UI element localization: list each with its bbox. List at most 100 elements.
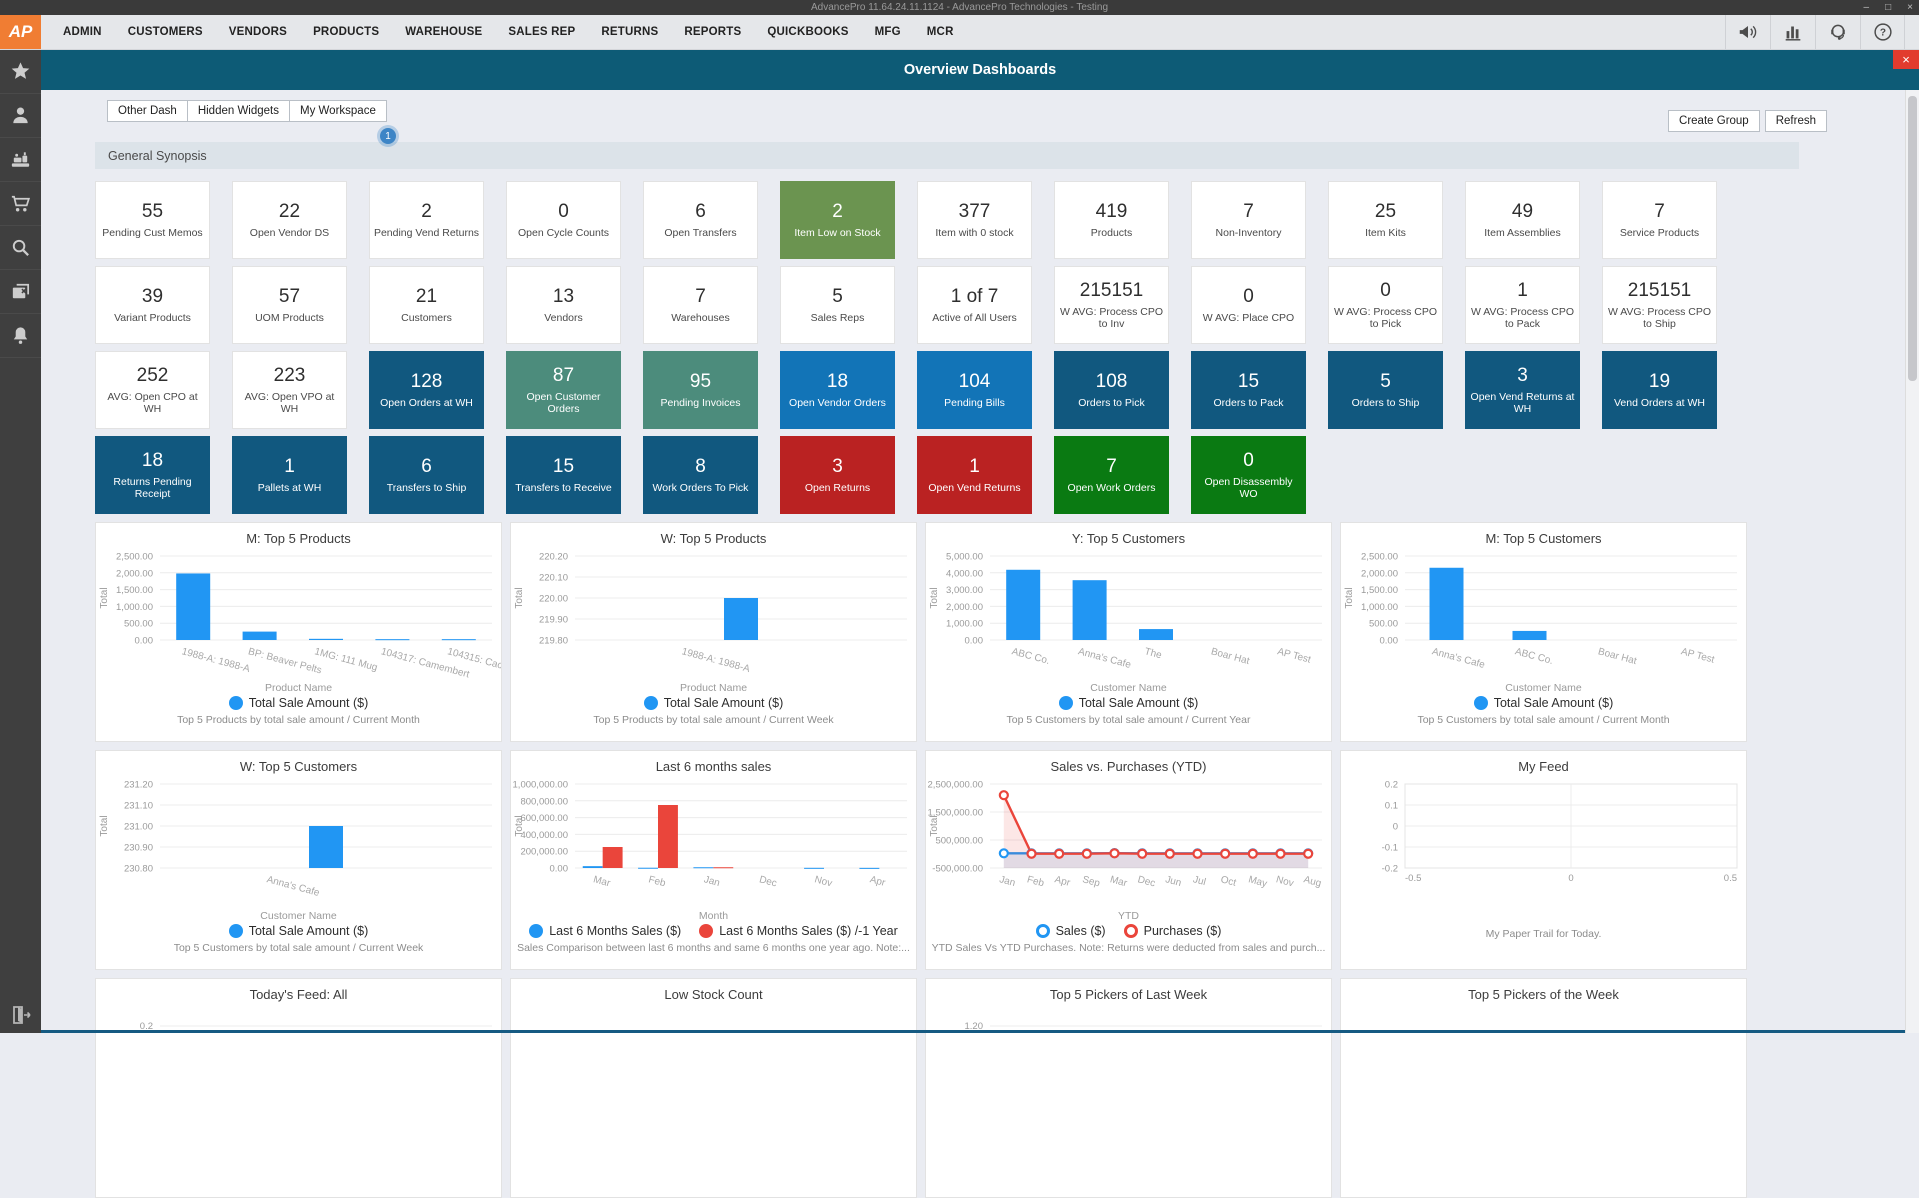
kpi-tile[interactable]: 1 Open Vend Returns bbox=[917, 436, 1032, 514]
refresh-button[interactable]: Refresh bbox=[1765, 110, 1827, 132]
kpi-tile[interactable]: 108 Orders to Pick bbox=[1054, 351, 1169, 429]
sidebar-favorites[interactable] bbox=[0, 50, 41, 94]
kpi-value: 3 bbox=[832, 456, 843, 478]
dashboard-tab[interactable]: Other Dash bbox=[107, 100, 188, 122]
kpi-tile[interactable]: 39 Variant Products bbox=[95, 266, 210, 344]
kpi-tile[interactable]: 377 Item with 0 stock bbox=[917, 181, 1032, 259]
kpi-label: Item with 0 stock bbox=[932, 227, 1016, 239]
minimize-button[interactable]: – bbox=[1864, 2, 1870, 13]
kpi-tile[interactable]: 13 Vendors bbox=[506, 266, 621, 344]
kpi-tile[interactable]: 104 Pending Bills bbox=[917, 351, 1032, 429]
kpi-tile[interactable]: 22 Open Vendor DS bbox=[232, 181, 347, 259]
kpi-tile[interactable]: 1 W AVG: Process CPO to Pack bbox=[1465, 266, 1580, 344]
kpi-tile[interactable]: 0 Open Disassembly WO bbox=[1191, 436, 1306, 514]
kpi-tile[interactable]: 0 W AVG: Place CPO bbox=[1191, 266, 1306, 344]
legend-item: Sales ($) bbox=[1036, 924, 1106, 938]
menu-item[interactable]: VENDORS bbox=[216, 15, 300, 49]
kpi-tile[interactable]: 2 Item Low on Stock bbox=[780, 181, 895, 259]
kpi-tile[interactable]: 252 AVG: Open CPO at WH bbox=[95, 351, 210, 429]
dashboard-tab[interactable]: My Workspace bbox=[289, 100, 387, 122]
close-window-button[interactable]: × bbox=[1907, 2, 1913, 13]
sidebar-orders[interactable] bbox=[0, 182, 41, 226]
support-button[interactable] bbox=[1815, 15, 1860, 49]
kpi-tile[interactable]: 15 Orders to Pack bbox=[1191, 351, 1306, 429]
kpi-tile[interactable]: 8 Work Orders To Pick bbox=[643, 436, 758, 514]
menu-item[interactable]: PRODUCTS bbox=[300, 15, 392, 49]
statistics-button[interactable] bbox=[1770, 15, 1815, 49]
kpi-value: 223 bbox=[274, 365, 306, 387]
app-logo[interactable]: AP bbox=[0, 15, 41, 49]
sidebar-exit[interactable] bbox=[0, 999, 41, 1031]
sidebar-customers[interactable] bbox=[0, 94, 41, 138]
kpi-tile[interactable]: 5 Sales Reps bbox=[780, 266, 895, 344]
kpi-tile[interactable]: 18 Open Vendor Orders bbox=[780, 351, 895, 429]
menu-item[interactable]: MFG bbox=[862, 15, 914, 49]
kpi-label: Open Cycle Counts bbox=[515, 227, 612, 239]
kpi-tile[interactable]: 49 Item Assemblies bbox=[1465, 181, 1580, 259]
kpi-tile[interactable]: 6 Open Transfers bbox=[643, 181, 758, 259]
kpi-tile[interactable]: 95 Pending Invoices bbox=[643, 351, 758, 429]
kpi-tile[interactable]: 21 Customers bbox=[369, 266, 484, 344]
menu-item[interactable]: WAREHOUSE bbox=[392, 15, 495, 49]
menu-item[interactable]: ADMIN bbox=[50, 15, 115, 49]
kpi-tile[interactable]: 223 AVG: Open VPO at WH bbox=[232, 351, 347, 429]
legend-item: Total Sale Amount ($) bbox=[1059, 696, 1199, 710]
kpi-tile[interactable]: 2 Pending Vend Returns bbox=[369, 181, 484, 259]
kpi-tile[interactable]: 19 Vend Orders at WH bbox=[1602, 351, 1717, 429]
kpi-tile[interactable]: 25 Item Kits bbox=[1328, 181, 1443, 259]
kpi-tile[interactable]: 3 Open Returns bbox=[780, 436, 895, 514]
cart-icon bbox=[9, 192, 32, 215]
create-group-button[interactable]: Create Group bbox=[1668, 110, 1760, 132]
scrollbar-thumb[interactable] bbox=[1908, 96, 1917, 381]
kpi-value: 25 bbox=[1375, 201, 1396, 223]
svg-text:2,500.00: 2,500.00 bbox=[116, 552, 153, 563]
sidebar-alerts[interactable] bbox=[0, 314, 41, 358]
svg-text:AP Test: AP Test bbox=[1276, 646, 1312, 666]
kpi-tile[interactable]: 7 Open Work Orders bbox=[1054, 436, 1169, 514]
vertical-scrollbar[interactable] bbox=[1905, 90, 1919, 1033]
kpi-tile[interactable]: 0 W AVG: Process CPO to Pick bbox=[1328, 266, 1443, 344]
kpi-tile[interactable]: 419 Products bbox=[1054, 181, 1169, 259]
kpi-value: 13 bbox=[553, 286, 574, 308]
menu-item[interactable]: RETURNS bbox=[588, 15, 671, 49]
window-title: AdvancePro 11.64.24.11.1124 - AdvancePro… bbox=[811, 2, 1108, 13]
kpi-tile[interactable]: 55 Pending Cust Memos bbox=[95, 181, 210, 259]
legend-swatch-icon bbox=[644, 696, 658, 710]
kpi-tile[interactable]: 15 Transfers to Receive bbox=[506, 436, 621, 514]
sidebar-manufacturing[interactable] bbox=[0, 138, 41, 182]
kpi-tile[interactable]: 215151 W AVG: Process CPO to Ship bbox=[1602, 266, 1717, 344]
menu-item[interactable]: CUSTOMERS bbox=[115, 15, 216, 49]
kpi-tile[interactable]: 7 Non-Inventory bbox=[1191, 181, 1306, 259]
close-dashboard-button[interactable]: × bbox=[1893, 50, 1919, 69]
sidebar-documents[interactable] bbox=[0, 270, 41, 314]
kpi-tile[interactable]: 18 Returns Pending Receipt bbox=[95, 436, 210, 514]
kpi-tile-grid: 55 Pending Cust Memos 22 Open Vendor DS … bbox=[95, 181, 1919, 514]
kpi-tile[interactable]: 6 Transfers to Ship bbox=[369, 436, 484, 514]
help-button[interactable]: ? bbox=[1860, 15, 1905, 49]
announcements-button[interactable] bbox=[1725, 15, 1770, 49]
kpi-tile[interactable]: 57 UOM Products bbox=[232, 266, 347, 344]
kpi-tile[interactable]: 1 of 7 Active of All Users bbox=[917, 266, 1032, 344]
kpi-label: Open Work Orders bbox=[1065, 482, 1159, 494]
menu-item[interactable]: MCR bbox=[914, 15, 967, 49]
kpi-tile[interactable]: 1 Pallets at WH bbox=[232, 436, 347, 514]
menu-item[interactable]: QUICKBOOKS bbox=[754, 15, 861, 49]
workspace-badge: 1 bbox=[380, 128, 396, 144]
chart-legend: Last 6 Months Sales ($) Last 6 Months Sa… bbox=[511, 924, 916, 938]
sidebar-search[interactable] bbox=[0, 226, 41, 270]
kpi-tile[interactable]: 3 Open Vend Returns at WH bbox=[1465, 351, 1580, 429]
kpi-tile[interactable]: 7 Warehouses bbox=[643, 266, 758, 344]
kpi-tile[interactable]: 215151 W AVG: Process CPO to Inv bbox=[1054, 266, 1169, 344]
kpi-value: 2 bbox=[421, 201, 432, 223]
chart-title: Top 5 Pickers of Last Week bbox=[926, 979, 1331, 1004]
menu-item[interactable]: REPORTS bbox=[671, 15, 754, 49]
chart-title: Y: Top 5 Customers bbox=[926, 523, 1331, 548]
kpi-tile[interactable]: 128 Open Orders at WH bbox=[369, 351, 484, 429]
kpi-tile[interactable]: 7 Service Products bbox=[1602, 181, 1717, 259]
kpi-tile[interactable]: 87 Open Customer Orders bbox=[506, 351, 621, 429]
kpi-tile[interactable]: 5 Orders to Ship bbox=[1328, 351, 1443, 429]
restore-button[interactable]: □ bbox=[1885, 2, 1891, 13]
kpi-tile[interactable]: 0 Open Cycle Counts bbox=[506, 181, 621, 259]
menu-item[interactable]: SALES REP bbox=[495, 15, 588, 49]
dashboard-tab[interactable]: Hidden Widgets bbox=[187, 100, 290, 122]
